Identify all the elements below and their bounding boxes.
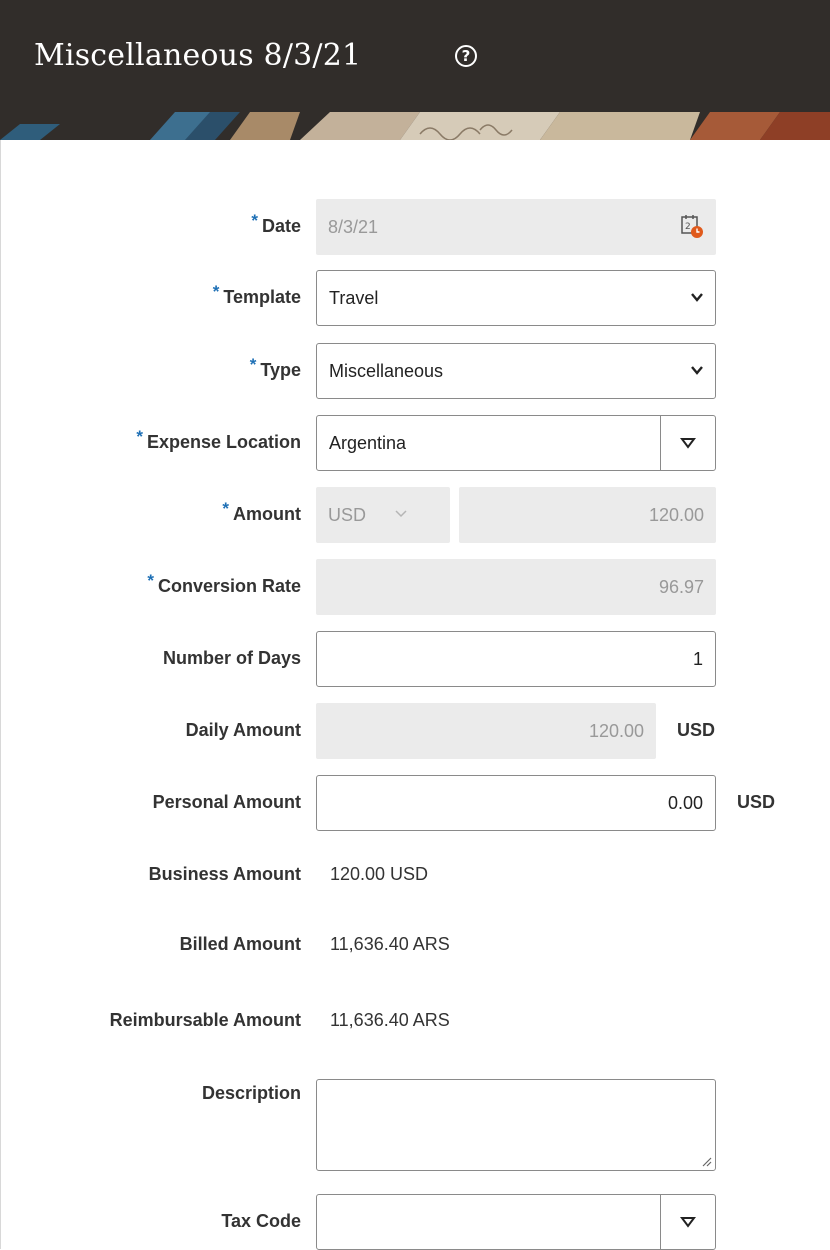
daily-amount-field[interactable]: 120.00 — [316, 703, 656, 759]
tax-code-combobox[interactable] — [316, 1194, 716, 1250]
chevron-down-icon — [691, 366, 703, 375]
decorative-banner — [0, 112, 830, 140]
conversion-rate-label: * Conversion Rate — [147, 571, 301, 596]
personal-amount-input[interactable]: 0.00 — [316, 775, 716, 831]
amount-currency-select[interactable]: USD — [316, 487, 450, 543]
expense-location-label: * Expense Location — [136, 427, 301, 452]
number-of-days-input[interactable]: 1 — [316, 631, 716, 687]
expense-location-dropdown-button[interactable] — [660, 416, 715, 470]
business-amount-label: Business Amount — [148, 864, 301, 884]
page-title: Miscellaneous 8/3/21 — [34, 38, 362, 73]
description-textarea[interactable] — [316, 1079, 716, 1171]
reimbursable-amount-label: Reimbursable Amount — [109, 1010, 301, 1030]
triangle-down-icon — [680, 438, 696, 449]
chevron-down-icon — [395, 510, 407, 518]
amount-field[interactable]: 120.00 — [459, 487, 716, 543]
date-label: * Date — [251, 211, 301, 236]
calendar-clock-icon[interactable]: 2 — [680, 213, 704, 239]
help-circle-icon[interactable]: ? — [455, 45, 477, 67]
page-header: Miscellaneous 8/3/21 ? — [0, 0, 830, 140]
tax-code-dropdown-button[interactable] — [660, 1195, 715, 1249]
reimbursable-amount-value: 11,636.40 ARS — [330, 1010, 450, 1030]
date-field[interactable]: 8/3/21 2 — [316, 199, 716, 255]
personal-amount-label: Personal Amount — [152, 792, 301, 812]
conversion-rate-field[interactable]: 96.97 — [316, 559, 716, 615]
billed-amount-value: 11,636.40 ARS — [330, 934, 450, 954]
description-label: Description — [201, 1083, 301, 1103]
template-label: * Template — [212, 282, 301, 307]
amount-label: * Amount — [222, 499, 301, 524]
number-of-days-label: Number of Days — [162, 648, 301, 668]
resize-handle-icon[interactable] — [700, 1155, 712, 1167]
daily-amount-label: Daily Amount — [185, 720, 301, 740]
triangle-down-icon — [680, 1217, 696, 1228]
business-amount-value: 120.00 USD — [330, 864, 429, 884]
svg-text:2: 2 — [685, 222, 691, 232]
template-select[interactable]: Travel — [316, 270, 716, 326]
tax-code-label: Tax Code — [221, 1211, 301, 1231]
billed-amount-label: Billed Amount — [179, 934, 301, 954]
type-label: * Type — [249, 355, 301, 380]
personal-amount-unit: USD — [737, 792, 776, 812]
type-select[interactable]: Miscellaneous — [316, 343, 716, 399]
expense-location-combobox[interactable]: Argentina — [316, 415, 716, 471]
daily-amount-unit: USD — [677, 720, 716, 740]
chevron-down-icon — [691, 293, 703, 302]
